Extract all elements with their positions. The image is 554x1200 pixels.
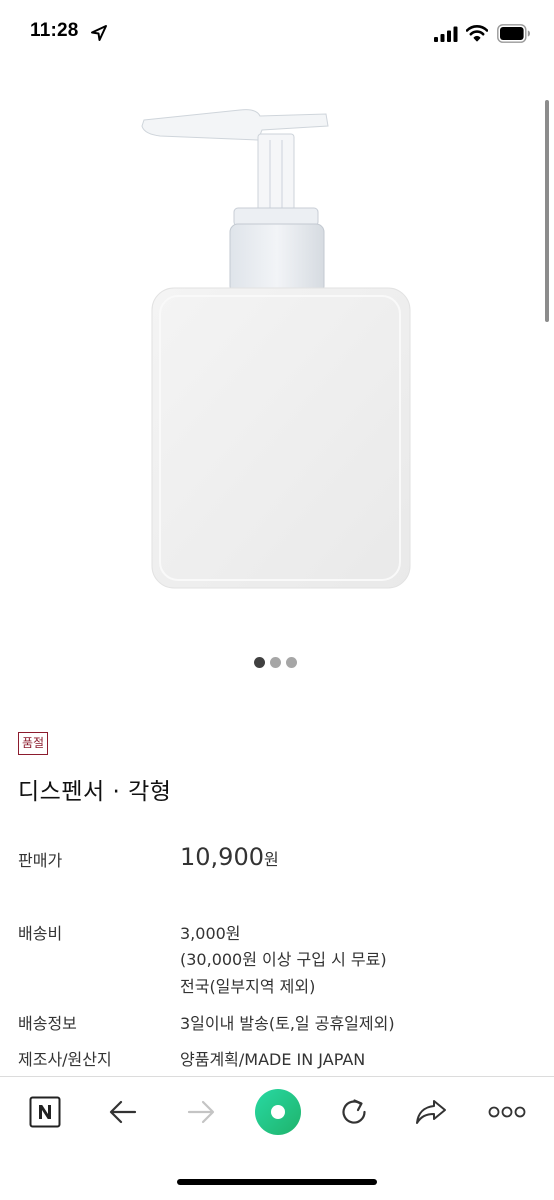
- price-unit: 원: [263, 850, 279, 869]
- maker-label: 제조사/원산지: [18, 1050, 112, 1069]
- arrow-left-icon: [109, 1100, 137, 1124]
- carousel-dot-active[interactable]: [254, 657, 265, 668]
- status-time: 11:28: [30, 20, 79, 41]
- share-arrow-icon: [416, 1100, 446, 1124]
- carousel-dot[interactable]: [270, 657, 281, 668]
- back-button[interactable]: [101, 1090, 145, 1134]
- more-button[interactable]: [485, 1090, 529, 1134]
- shipping-fee: 3,000원: [180, 924, 241, 943]
- maker-value: 양품계획/MADE IN JAPAN: [180, 1050, 366, 1069]
- carousel-dot[interactable]: [286, 657, 297, 668]
- share-button[interactable]: [409, 1090, 453, 1134]
- product-title: 디스펜서 · 각형: [18, 779, 172, 805]
- carousel-dots[interactable]: [254, 657, 297, 668]
- wifi-icon: [466, 25, 488, 42]
- product-image[interactable]: [130, 100, 425, 600]
- more-icon: [488, 1106, 526, 1118]
- reload-icon: [342, 1099, 366, 1124]
- battery-icon: [497, 24, 530, 43]
- forward-button[interactable]: [179, 1090, 223, 1134]
- home-indicator[interactable]: [177, 1179, 377, 1185]
- sold-out-badge: 품절: [18, 732, 49, 755]
- price-label: 판매가: [18, 851, 63, 870]
- delivery-value: 3일이내 발송(토,일 공휴일제외): [180, 1014, 395, 1033]
- reload-button[interactable]: [332, 1090, 376, 1134]
- status-bar: 11:28: [0, 0, 554, 66]
- arrow-right-icon: [187, 1100, 215, 1124]
- naver-n-icon: [29, 1096, 61, 1128]
- green-dot-button[interactable]: [253, 1087, 303, 1137]
- shipping-region: 전국(일부지역 제외): [180, 977, 316, 996]
- green-dot-icon: [255, 1089, 301, 1135]
- scroll-indicator[interactable]: [545, 100, 549, 322]
- price-amount: 10,900: [180, 843, 264, 871]
- cellular-signal-icon: [434, 26, 458, 42]
- delivery-label: 배송정보: [18, 1014, 77, 1033]
- location-arrow-icon: [91, 25, 107, 41]
- shipping-free-condition: (30,000원 이상 구입 시 무료): [180, 950, 387, 969]
- shipping-label: 배송비: [18, 924, 63, 943]
- naver-home-button[interactable]: [23, 1090, 67, 1134]
- price-value: 10,900원: [180, 843, 279, 871]
